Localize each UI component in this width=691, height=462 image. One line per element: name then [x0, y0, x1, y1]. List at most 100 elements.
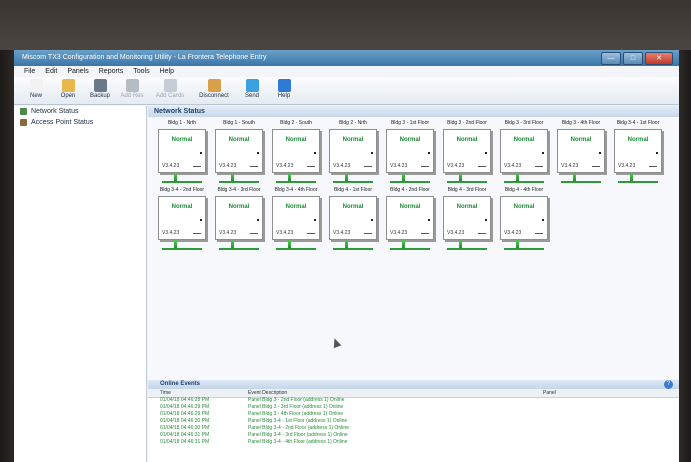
- toolbar-label: Send: [244, 93, 259, 99]
- panel-device[interactable]: Normal V3.4.23: [215, 196, 263, 240]
- panel-tile[interactable]: Bldg 2 - Nrth Normal V3.4.23: [325, 120, 381, 192]
- panel-tile[interactable]: Bldg 2 - South Normal V3.4.23: [268, 120, 324, 192]
- panel-tile[interactable]: Bldg 3 - 4th Floor Normal V3.4.23: [553, 120, 609, 192]
- column-time[interactable]: Time: [160, 389, 171, 397]
- toolbar-label: New: [29, 93, 42, 99]
- panel-device[interactable]: Normal V3.4.23: [443, 196, 491, 240]
- menu-tools[interactable]: Tools: [133, 66, 149, 77]
- panel-device[interactable]: Normal V3.4.23: [272, 129, 320, 173]
- event-row[interactable]: 01/04/18 04:46:31 PM Panel Bldg 3-4 - 3rd…: [148, 432, 679, 439]
- panel-status: Normal: [171, 137, 193, 143]
- panel-dash: [478, 233, 486, 234]
- tree-item-access-point-status[interactable]: Access Point Status: [14, 117, 146, 128]
- panel-name: Bldg 3 - 4th Floor: [561, 120, 601, 126]
- panel-device[interactable]: Normal V3.4.23: [158, 129, 206, 173]
- column-event-description[interactable]: Event Description: [248, 389, 287, 397]
- panel-device[interactable]: Normal V3.4.23: [557, 129, 605, 173]
- menu-help[interactable]: Help: [160, 66, 174, 77]
- panel-device[interactable]: Normal V3.4.23: [158, 196, 206, 240]
- help-button[interactable]: Help: [268, 77, 300, 105]
- menu-reports[interactable]: Reports: [99, 66, 124, 77]
- panel-version: V3.4.23: [219, 163, 237, 169]
- new-button[interactable]: New: [20, 77, 52, 105]
- panel-version: V3.4.23: [504, 230, 522, 236]
- event-row[interactable]: 01/04/18 04:46:29 PM Panel Bldg 3 - 4th F…: [148, 411, 679, 418]
- online-events-header: Online Events: [148, 380, 679, 389]
- panel-status: Normal: [456, 204, 478, 210]
- panel-name: Bldg 1 - South: [223, 120, 255, 126]
- panel-tile[interactable]: Bldg 3-4 - 4th Floor Normal V3.4.23: [268, 187, 324, 259]
- panel-dash: [307, 166, 315, 167]
- panel-name: Bldg 3-4 - 2nd Floor: [159, 187, 205, 193]
- window-title: Miscom TX3 Configuration and Monitoring …: [22, 54, 267, 61]
- panel-device[interactable]: Normal V3.4.23: [443, 129, 491, 173]
- event-row[interactable]: 01/04/18 04:46:30 PM Panel Bldg 3-4 - 2nd…: [148, 425, 679, 432]
- add-res-button[interactable]: Add Res: [116, 77, 148, 105]
- panel-name: Bldg 4 - 1st Floor: [333, 187, 373, 193]
- toolbar-label: Open: [60, 93, 76, 99]
- menu-file[interactable]: File: [24, 66, 35, 77]
- panel-name: Bldg 3-4 - 4th Floor: [274, 187, 318, 193]
- panel-dash: [250, 166, 258, 167]
- panel-indicator-dot: [542, 219, 544, 221]
- disconnect-button[interactable]: Disconnect: [192, 77, 236, 105]
- panel-indicator-dot: [314, 152, 316, 154]
- event-row[interactable]: 01/04/18 04:46:28 PM Panel Bldg 3 - 2nd F…: [148, 397, 679, 404]
- close-button[interactable]: ✕: [645, 52, 673, 65]
- add-cards-button[interactable]: Add Cards: [148, 77, 192, 105]
- column-panel[interactable]: Panel: [543, 389, 556, 397]
- panel-name: Bldg 2 - Nrth: [338, 120, 368, 126]
- event-row[interactable]: 01/04/18 04:46:29 PM Panel Bldg 3 - 3rd F…: [148, 404, 679, 411]
- navigation-tree: Network Status Access Point Status: [14, 106, 147, 462]
- network-line: [162, 181, 202, 183]
- panel-device[interactable]: Normal V3.4.23: [272, 196, 320, 240]
- network-line: [447, 181, 487, 183]
- backup-icon: [93, 79, 107, 92]
- panel-device[interactable]: Normal V3.4.23: [329, 129, 377, 173]
- panel-device[interactable]: Normal V3.4.23: [500, 196, 548, 240]
- panel-device[interactable]: Normal V3.4.23: [500, 129, 548, 173]
- panel-status: Normal: [513, 204, 535, 210]
- panel-dash: [364, 233, 372, 234]
- panel-tile[interactable]: Bldg 1 - South Normal V3.4.23: [211, 120, 267, 192]
- event-row[interactable]: 01/04/18 04:46:31 PM Panel Bldg 3-4 - 4th…: [148, 439, 679, 446]
- panel-device[interactable]: Normal V3.4.23: [386, 196, 434, 240]
- event-description: Panel Bldg 3 - 3rd Floor (address 1) Onl…: [248, 404, 344, 410]
- panel-tile[interactable]: Bldg 1 - Nrth Normal V3.4.23: [154, 120, 210, 192]
- panel-tile[interactable]: Bldg 3-4 - 2nd Floor Normal V3.4.23: [154, 187, 210, 259]
- panel-device[interactable]: Normal V3.4.23: [215, 129, 263, 173]
- panel-version: V3.4.23: [333, 163, 351, 169]
- help-icon[interactable]: ?: [664, 380, 673, 389]
- minimize-button[interactable]: —: [601, 52, 621, 65]
- menu-panels[interactable]: Panels: [67, 66, 88, 77]
- panel-tile[interactable]: Bldg 4 - 4th Floor Normal V3.4.23: [496, 187, 552, 259]
- panel-indicator-dot: [485, 219, 487, 221]
- panel-status: Normal: [456, 137, 478, 143]
- panel-indicator-dot: [428, 219, 430, 221]
- panel-tile[interactable]: Bldg 3-4 - 1st Floor Normal V3.4.23: [610, 120, 666, 192]
- panel-dash: [421, 233, 429, 234]
- maximize-button[interactable]: □: [623, 52, 643, 65]
- tree-item-network-status[interactable]: Network Status: [14, 106, 146, 117]
- open-button[interactable]: Open: [52, 77, 84, 105]
- panel-device[interactable]: Normal V3.4.23: [329, 196, 377, 240]
- folder-open-icon: [61, 79, 75, 92]
- panel-tile[interactable]: Bldg 3 - 2nd Floor Normal V3.4.23: [439, 120, 495, 192]
- panel-tile[interactable]: Bldg 4 - 2nd Floor Normal V3.4.23: [382, 187, 438, 259]
- panel-tile[interactable]: Bldg 4 - 3rd Floor Normal V3.4.23: [439, 187, 495, 259]
- backup-button[interactable]: Backup: [84, 77, 116, 105]
- menu-edit[interactable]: Edit: [45, 66, 57, 77]
- panel-device[interactable]: Normal V3.4.23: [614, 129, 662, 173]
- panel-tile[interactable]: Bldg 4 - 1st Floor Normal V3.4.23: [325, 187, 381, 259]
- panel-dash: [421, 166, 429, 167]
- add-resident-icon: [125, 79, 139, 92]
- panel-tile[interactable]: Bldg 3 - 1st Floor Normal V3.4.23: [382, 120, 438, 192]
- send-button[interactable]: Send: [236, 77, 268, 105]
- panel-tile[interactable]: Bldg 3 - 3rd Floor Normal V3.4.23: [496, 120, 552, 192]
- panel-version: V3.4.23: [561, 163, 579, 169]
- panel-device[interactable]: Normal V3.4.23: [386, 129, 434, 173]
- network-line: [447, 248, 487, 250]
- event-row[interactable]: 01/04/18 04:46:30 PM Panel Bldg 3-4 - 1st…: [148, 418, 679, 425]
- panel-tile[interactable]: Bldg 3-4 - 3rd Floor Normal V3.4.23: [211, 187, 267, 259]
- event-time: 01/04/18 04:46:31 PM: [160, 439, 210, 445]
